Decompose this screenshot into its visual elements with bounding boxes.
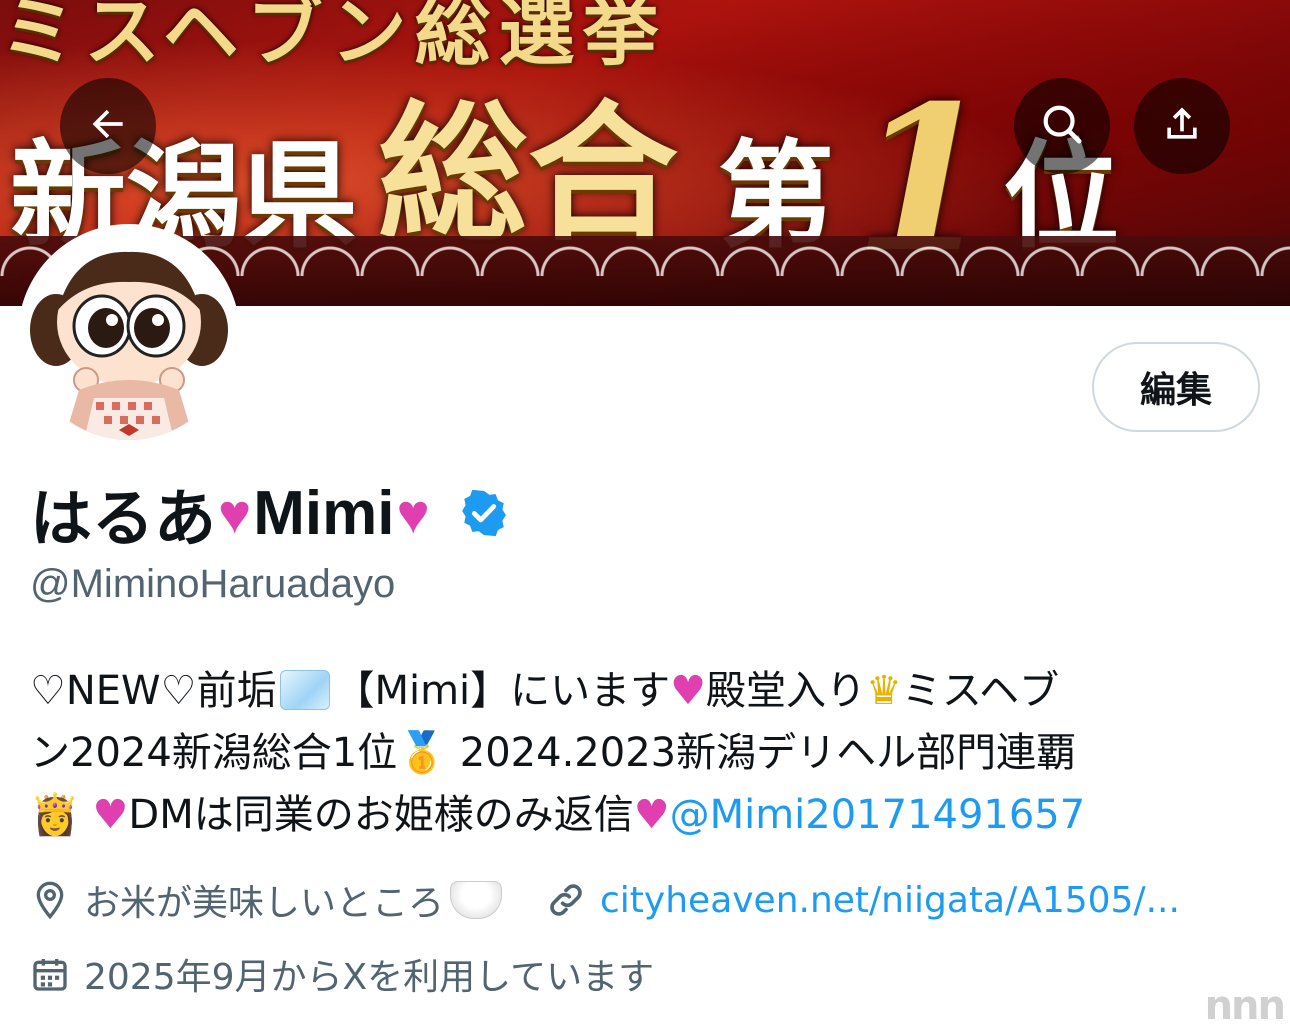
pink-heart-icon: ♥ xyxy=(92,792,129,838)
edit-profile-button[interactable]: 編集 xyxy=(1092,342,1260,432)
bio-text: DMは同業のお姫様のみ返信 xyxy=(128,792,634,838)
bio-line: ン2024新潟総合1位🥇 2024.2023新潟デリヘル部門連覇 xyxy=(30,722,1260,784)
calendar-icon xyxy=(30,954,70,994)
bio-text: 【Mimi】にいます xyxy=(334,668,671,714)
display-name: はるあ ♥ Mimi ♥ xyxy=(30,476,510,554)
bio-text: 2024.2023新潟デリヘル部門連覇 xyxy=(459,730,1077,776)
bio-text: ミスヘブ xyxy=(901,668,1060,714)
avatar[interactable] xyxy=(24,230,234,440)
crown-icon: ♛ xyxy=(866,668,902,714)
mention-link[interactable]: @Mimi20171491657 xyxy=(670,792,1086,838)
avatar-illustration xyxy=(24,230,234,440)
username-handle: @MiminoHaruadayo xyxy=(30,562,396,606)
profile-meta-row: お米が美味しいところ cityheaven.net/niigata/A1505/… xyxy=(30,872,1180,928)
watermark-logo: nnn xyxy=(1204,983,1286,1029)
pink-heart-icon: ♥ xyxy=(218,481,252,545)
arrow-left-icon xyxy=(86,102,130,150)
pink-heart-icon: ♥ xyxy=(396,481,430,545)
joined-date-text: 2025年9月からXを利用しています xyxy=(84,957,655,998)
share-button[interactable] xyxy=(1134,78,1230,174)
bio-text: ン2024新潟総合1位 xyxy=(30,730,398,776)
share-icon xyxy=(1160,102,1204,150)
bio-text: 殿堂入り xyxy=(706,668,867,714)
bio-line: 👸 ♥DMは同業のお姫様のみ返信♥@Mimi20171491657 xyxy=(30,784,1260,846)
display-name-part1: はるあ xyxy=(30,485,217,554)
ice-cube-icon xyxy=(280,670,331,710)
pink-heart-icon: ♥ xyxy=(670,668,707,714)
back-button[interactable] xyxy=(60,78,156,174)
pink-heart-icon: ♥ xyxy=(633,792,670,838)
search-icon xyxy=(1039,101,1085,151)
verified-badge-icon[interactable] xyxy=(458,487,510,539)
banner-top-text: ミスヘブン総選挙 xyxy=(0,0,667,76)
location-pin-icon xyxy=(30,880,70,920)
gold-medal-icon: 🥇 xyxy=(397,730,448,776)
link-icon xyxy=(546,880,586,920)
profile-meta-row: 2025年9月からXを利用しています xyxy=(30,946,654,1002)
bio-line: ♡NEW♡前垢 【Mimi】にいます♥殿堂入り♛ミスヘブ xyxy=(30,660,1260,722)
princess-icon: 👸 xyxy=(30,792,80,838)
location-text: お米が美味しいところ xyxy=(84,883,445,924)
display-name-part2: Mimi xyxy=(253,478,395,548)
search-button[interactable] xyxy=(1014,78,1110,174)
rice-bowl-icon xyxy=(450,881,503,919)
bio-text: ♡NEW♡前垢 xyxy=(30,668,277,714)
profile-bio: ♡NEW♡前垢 【Mimi】にいます♥殿堂入り♛ミスヘブ ン2024新潟総合1位🥇… xyxy=(30,660,1260,846)
website-link[interactable]: cityheaven.net/niigata/A1505/... xyxy=(600,880,1180,921)
